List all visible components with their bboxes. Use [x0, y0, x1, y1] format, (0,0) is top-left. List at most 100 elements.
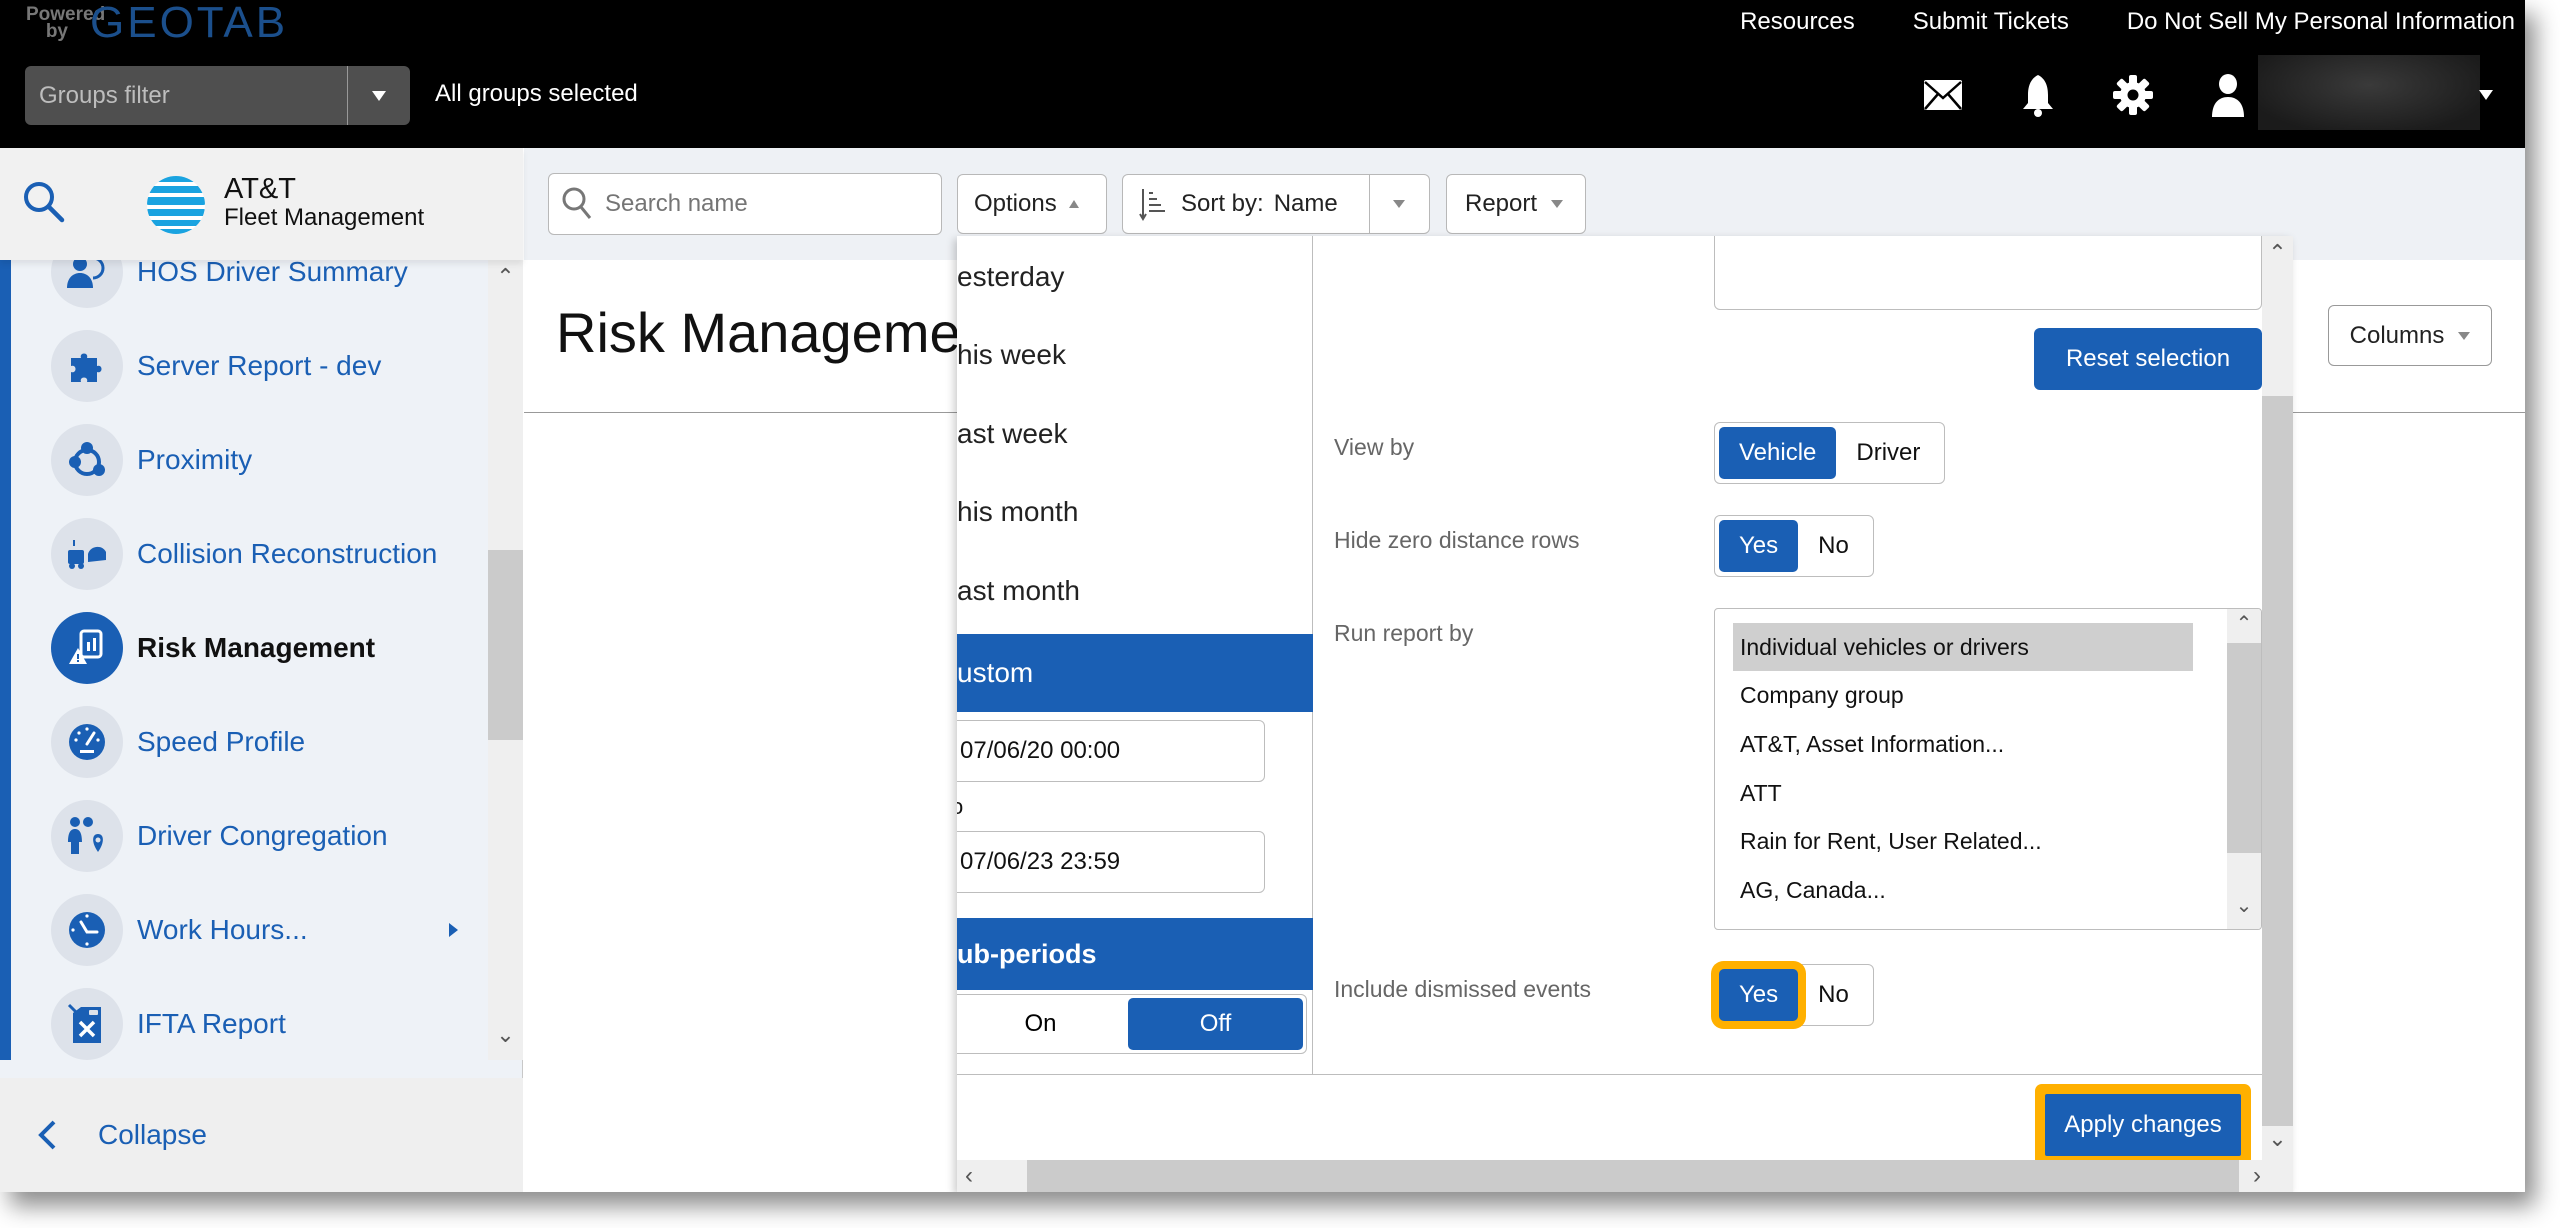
listbox-option[interactable]: Rain for Rent, User Related...: [1733, 817, 2193, 865]
run-report-by-listbox[interactable]: Individual vehicles or drivers Company g…: [1714, 608, 2262, 930]
listbox-scrollbar[interactable]: ⌃ ⌄: [2227, 609, 2261, 929]
search-name-input[interactable]: [605, 190, 925, 218]
sidebar-item-risk-management[interactable]: Risk Management: [51, 612, 375, 684]
att-logo-line1: AT&T: [224, 173, 296, 205]
view-by-toggle[interactable]: Vehicle Driver: [1714, 422, 1946, 484]
listbox-option[interactable]: Company group: [1733, 671, 2193, 719]
submit-tickets-link[interactable]: Submit Tickets: [1913, 8, 2069, 36]
bell-icon[interactable]: [2015, 72, 2061, 118]
date-range-custom[interactable]: ustom: [957, 634, 1313, 712]
scroll-down-icon[interactable]: ⌄: [2227, 893, 2261, 918]
sidebar-logo-bar: AT&T Fleet Management: [0, 148, 523, 260]
page-title: Risk Management: [556, 301, 1008, 364]
gear-icon[interactable]: [2110, 72, 2156, 118]
sidebar-item-collision-reconstruction[interactable]: Collision Reconstruction: [51, 518, 437, 590]
mail-icon[interactable]: [1920, 72, 1966, 118]
listbox-option[interactable]: AG, Canada...: [1733, 866, 2193, 914]
report-button[interactable]: Report: [1446, 174, 1586, 234]
resources-link[interactable]: Resources: [1740, 8, 1855, 36]
view-by-driver-option[interactable]: Driver: [1836, 427, 1940, 479]
hide-zero-yes-option[interactable]: Yes: [1719, 520, 1799, 572]
user-menu-caret-icon[interactable]: [2479, 90, 2493, 100]
scroll-left-icon[interactable]: ‹: [957, 1160, 1027, 1192]
sort-by-button[interactable]: Sort by: Name: [1122, 174, 1430, 234]
sort-icon: [1139, 189, 1165, 221]
sidebar-item-speed-profile[interactable]: Speed Profile: [51, 706, 305, 778]
driver-congregation-icon: [51, 800, 123, 872]
att-fleet-logo-text: AT&T Fleet Management: [224, 174, 424, 232]
view-by-label: View by: [1334, 434, 1415, 460]
sidebar-scrollbar[interactable]: ⌃ ⌄: [488, 260, 523, 1060]
clock-icon: [51, 894, 123, 966]
sidebar-item-label: Speed Profile: [137, 726, 306, 757]
subperiods-toggle[interactable]: On Off: [957, 994, 1307, 1054]
hos-driver-icon: [51, 260, 123, 308]
listbox-scroll-thumb[interactable]: [2227, 643, 2261, 853]
reset-selection-button[interactable]: Reset selection: [2034, 328, 2262, 390]
user-name-redacted[interactable]: [2258, 55, 2480, 130]
sidebar-item-proximity[interactable]: Proximity: [51, 424, 252, 496]
caret-down-icon: [372, 90, 386, 101]
date-range-last-month[interactable]: ast month: [957, 552, 1313, 630]
include-dismissed-toggle[interactable]: Yes No: [1714, 964, 1874, 1026]
hide-zero-no-option[interactable]: No: [1798, 520, 1869, 572]
include-dismissed-no-option[interactable]: No: [1798, 969, 1869, 1021]
sidebar-item-label: Server Report - dev: [137, 350, 382, 381]
to-date-input[interactable]: 07/06/23 23:59: [957, 831, 1265, 893]
date-range-this-month[interactable]: his month: [957, 473, 1313, 551]
sidebar-item-label: Risk Management: [137, 632, 376, 663]
top-links: Resources Submit Tickets Do Not Sell My …: [1682, 8, 2515, 36]
scroll-down-icon[interactable]: ⌄: [488, 1022, 523, 1048]
sidebar-search-icon[interactable]: [22, 180, 66, 229]
scroll-down-icon[interactable]: ⌄: [2262, 1126, 2293, 1160]
scroll-up-icon[interactable]: ⌃: [2262, 236, 2293, 396]
apply-changes-button[interactable]: Apply changes: [2045, 1094, 2241, 1156]
user-icon[interactable]: [2205, 72, 2251, 118]
include-dismissed-label: Include dismissed events: [1334, 976, 1591, 1002]
sidebar-scroll-thumb[interactable]: [488, 550, 523, 740]
top-header: Powered by GEOTAB Resources Submit Ticke…: [0, 0, 2525, 148]
sidebar-item-driver-congregation[interactable]: Driver Congregation: [51, 800, 388, 872]
popup-vertical-scrollbar[interactable]: ⌃ ⌄: [2262, 236, 2293, 1160]
chevron-left-icon: [38, 1120, 56, 1150]
date-range-yesterday[interactable]: esterday: [957, 238, 1313, 316]
options-button[interactable]: Options: [957, 174, 1107, 234]
att-globe-icon: [145, 174, 207, 241]
submenu-arrow-icon[interactable]: [449, 923, 458, 937]
collapse-button[interactable]: Collapse: [0, 1078, 523, 1192]
subperiods-on-option[interactable]: On: [957, 998, 1128, 1050]
listbox-option[interactable]: ATT: [1733, 769, 2193, 817]
include-dismissed-yes-option[interactable]: Yes: [1719, 969, 1799, 1021]
sort-by-value: Name: [1273, 190, 1338, 217]
sidebar-item-hos-driver-summary[interactable]: HOS Driver Summary: [51, 260, 408, 308]
sidebar-item-server-report-dev[interactable]: Server Report - dev: [51, 330, 381, 402]
caret-down-icon: [2458, 331, 2471, 340]
groups-filter-dropdown-button[interactable]: [348, 66, 410, 125]
scroll-right-icon[interactable]: ›: [2239, 1160, 2293, 1192]
listbox-option[interactable]: Individual vehicles or drivers: [1733, 623, 2193, 671]
hide-zero-distance-toggle[interactable]: Yes No: [1714, 515, 1874, 577]
scroll-up-icon[interactable]: ⌃: [2227, 611, 2261, 636]
search-icon: [562, 187, 592, 219]
sidebar-item-work-hours[interactable]: Work Hours...: [51, 894, 308, 966]
groups-filter[interactable]: Groups filter: [25, 66, 410, 125]
date-range-this-week[interactable]: his week: [957, 316, 1313, 394]
subperiods-off-option[interactable]: Off: [1128, 998, 1303, 1050]
from-date-input[interactable]: 07/06/20 00:00: [957, 720, 1265, 782]
sidebar-item-label: IFTA Report: [137, 1008, 286, 1039]
popup-horizontal-scrollbar[interactable]: ‹ ›: [957, 1160, 2293, 1192]
selection-textarea[interactable]: [1714, 236, 2262, 310]
listbox-option[interactable]: AT&T, Asset Information...: [1733, 720, 2193, 768]
sidebar-item-label: HOS Driver Summary: [137, 260, 408, 287]
columns-label: Columns: [2349, 321, 2445, 349]
risk-report-icon: [51, 612, 123, 684]
scroll-up-icon[interactable]: ⌃: [488, 264, 523, 290]
columns-button[interactable]: Columns: [2328, 305, 2492, 366]
search-name-field[interactable]: [548, 173, 942, 235]
groups-filter-input[interactable]: Groups filter: [25, 66, 348, 125]
sidebar-item-ifta-report[interactable]: IFTA Report: [51, 988, 286, 1060]
date-range-last-week[interactable]: ast week: [957, 395, 1313, 473]
sort-direction-caret-icon[interactable]: [1393, 200, 1405, 208]
view-by-vehicle-option[interactable]: Vehicle: [1719, 427, 1837, 479]
do-not-sell-link[interactable]: Do Not Sell My Personal Information: [2127, 8, 2515, 36]
